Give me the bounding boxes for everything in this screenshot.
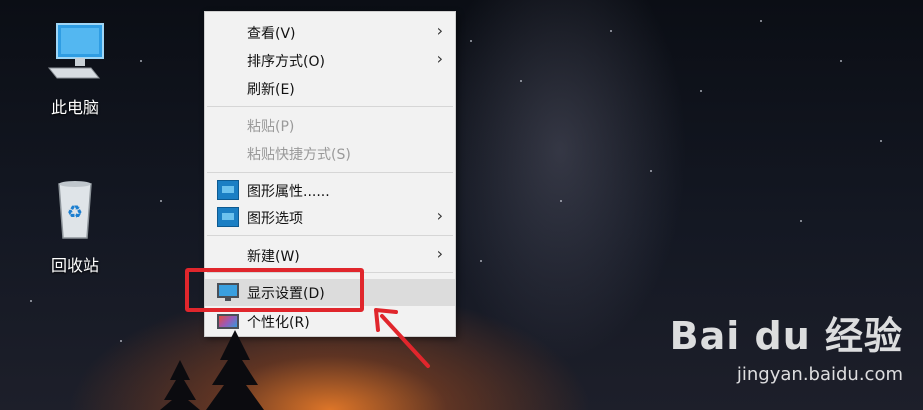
watermark-url: jingyan.baidu.com bbox=[736, 364, 903, 385]
tree-silhouette bbox=[160, 330, 264, 410]
watermark-brand: Bai du 经验 bbox=[669, 314, 903, 358]
watermark: Bai du 经验 jingyan.baidu.com bbox=[670, 305, 903, 385]
